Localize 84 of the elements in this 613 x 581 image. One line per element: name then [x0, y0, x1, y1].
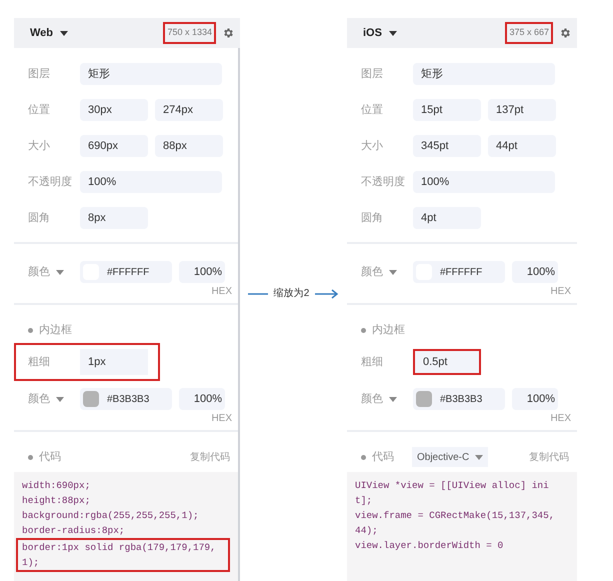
opacity-field[interactable]: 100%: [512, 388, 558, 410]
opacity-field[interactable]: 100%: [179, 261, 225, 283]
value-field[interactable]: 矩形: [413, 63, 555, 85]
hex-value: #B3B3B3: [440, 392, 482, 406]
value-field[interactable]: 137pt: [488, 99, 556, 121]
settings-icon: [559, 27, 571, 39]
bullet-icon: [28, 328, 33, 332]
property-label: 图层: [360, 66, 384, 82]
value-field[interactable]: 8px: [80, 207, 148, 229]
code-line: width:690px;: [22, 479, 92, 493]
code-line: background:rgba(255,255,255,1);: [22, 509, 200, 523]
property-label: 圆角: [360, 210, 384, 226]
property-label: 位置: [27, 102, 51, 118]
value-field[interactable]: 0.5pt: [413, 349, 481, 375]
property-label: 图层: [27, 66, 51, 82]
code-line: view.frame = CGRectMake(15,137,345,: [355, 509, 556, 523]
hex-value: #FFFFFF: [440, 266, 482, 280]
caret-icon: [388, 30, 397, 36]
arrow-icon: [315, 288, 340, 298]
color-field[interactable]: #B3B3B3: [413, 388, 505, 410]
value-field[interactable]: 345pt: [413, 135, 481, 157]
color-field[interactable]: #B3B3B3: [80, 388, 172, 410]
value-field[interactable]: 矩形: [80, 63, 222, 85]
value-field[interactable]: 690px: [80, 135, 148, 157]
value-field[interactable]: 44pt: [488, 135, 556, 157]
hex-value: #B3B3B3: [107, 392, 150, 406]
platform-dropdown[interactable]: Web: [30, 24, 68, 42]
format-label: HEX: [211, 287, 232, 297]
property-label: 不透明度: [27, 174, 73, 190]
section-title: 代码: [39, 450, 61, 465]
value-field[interactable]: 30px: [80, 99, 148, 121]
code-line: 44);: [355, 524, 379, 538]
color-label: 颜色: [28, 392, 50, 407]
code-line: border:1px solid rgba(179,179,179,: [22, 541, 217, 555]
format-label: HEX: [550, 414, 571, 424]
color-label: 颜色: [361, 264, 383, 280]
property-label: 粗细: [27, 354, 51, 370]
value-field[interactable]: 88px: [155, 135, 223, 157]
color-field[interactable]: #FFFFFF: [80, 261, 172, 283]
bullet-icon: [28, 454, 33, 460]
property-label: 位置: [360, 102, 384, 118]
value-field[interactable]: 1px: [80, 349, 148, 375]
caret-icon: [475, 454, 484, 460]
hex-value: #FFFFFF: [107, 266, 150, 280]
value-field[interactable]: 100%: [413, 171, 555, 193]
property-label: 圆角: [27, 210, 51, 226]
format-label: HEX: [550, 287, 571, 297]
arrow-label: 缩放为2: [274, 286, 310, 301]
platform-dropdown[interactable]: iOS: [363, 24, 397, 42]
line-icon: [248, 292, 268, 296]
code-line: t];: [355, 494, 374, 508]
property-label: 大小: [27, 138, 51, 154]
code-line: 1);: [22, 556, 40, 570]
caret-icon: [56, 396, 64, 402]
opacity-field[interactable]: 100%: [512, 261, 558, 283]
code-line: view.layer.borderWidth = 0: [355, 539, 504, 553]
screen-size: 750 x 1334: [163, 22, 216, 44]
bullet-icon: [361, 454, 366, 460]
color-label: 颜色: [361, 392, 383, 407]
value-field[interactable]: 15pt: [413, 99, 481, 121]
format-label: HEX: [211, 414, 232, 424]
caret-icon: [56, 270, 64, 274]
code-line: height:88px;: [22, 494, 92, 508]
code-line: UIView *view = [[UIView alloc] ini: [355, 479, 550, 493]
section-title: 内边框: [39, 322, 72, 338]
value-field[interactable]: 100%: [80, 171, 222, 193]
opacity-field[interactable]: 100%: [179, 388, 225, 410]
section-title: 内边框: [372, 322, 405, 338]
caret-icon: [389, 270, 397, 274]
caret-icon: [389, 396, 397, 402]
language-dropdown[interactable]: Objective-C: [412, 447, 488, 467]
value-field[interactable]: 4pt: [413, 207, 481, 229]
property-label: 粗细: [360, 354, 384, 370]
section-title: 代码: [372, 450, 394, 465]
bullet-icon: [361, 328, 366, 332]
property-label: 大小: [360, 138, 384, 154]
caret-icon: [60, 30, 68, 36]
screen-size: 375 x 667: [505, 22, 553, 44]
value-field[interactable]: 274px: [155, 99, 223, 121]
settings-icon: [222, 27, 234, 39]
property-label: 不透明度: [360, 174, 406, 190]
color-field[interactable]: #FFFFFF: [413, 261, 505, 283]
color-label: 颜色: [28, 264, 50, 280]
code-line: border-radius:8px;: [22, 524, 126, 538]
